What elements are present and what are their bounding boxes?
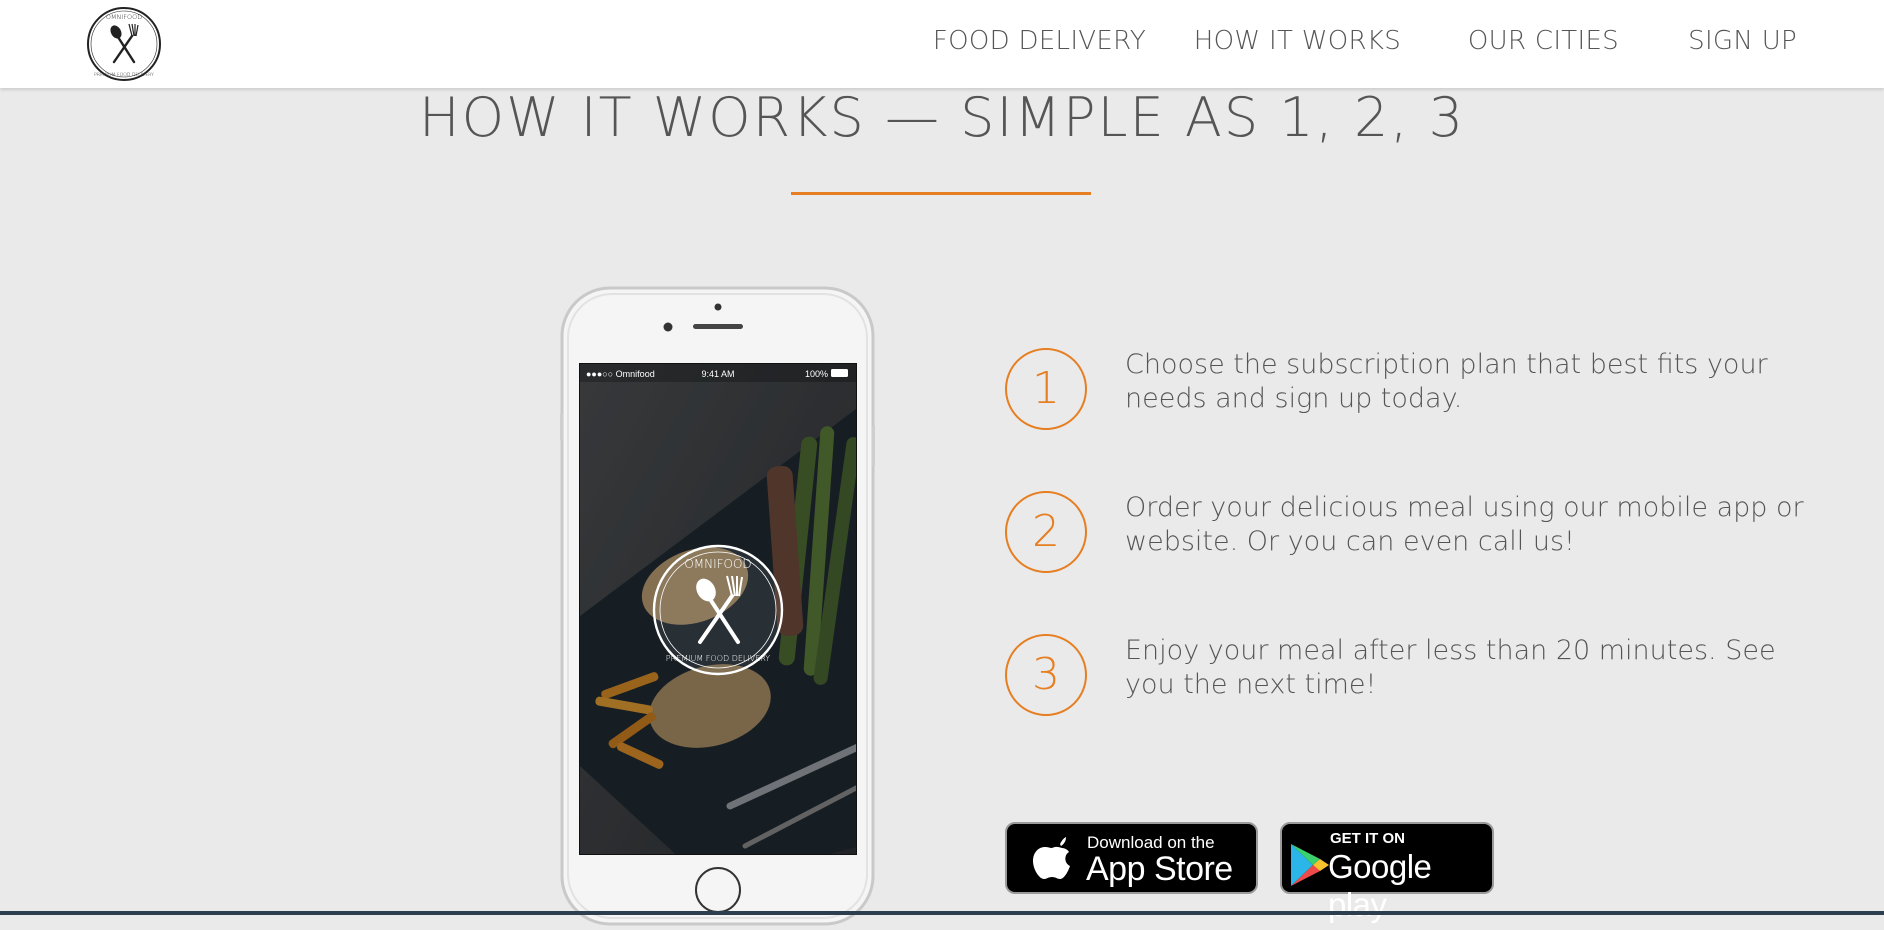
- step-number-1: 1: [1005, 348, 1087, 430]
- status-battery-text: 100%: [805, 369, 828, 379]
- step-text-1: Choose the subscription plan that best f…: [1125, 349, 1768, 414]
- app-logo-name: OMNIFOOD: [684, 557, 751, 571]
- app-store-big-text: App Store: [1086, 850, 1233, 888]
- step-text-2: Order your delicious meal using our mobi…: [1125, 492, 1804, 557]
- next-section-edge: [0, 911, 1884, 915]
- logo-name-text: OMNIFOOD: [106, 13, 142, 21]
- nav-food-delivery[interactable]: FOOD DELIVERY: [933, 26, 1146, 56]
- google-play-small-text: GET IT ON: [1330, 830, 1405, 847]
- logo-tagline-text: PREMIUM FOOD DELIVERY: [94, 72, 154, 78]
- top-navbar: OMNIFOOD PREMIUM FOOD DELIVERY FOOD DELI…: [0, 0, 1884, 88]
- nav-how-it-works[interactable]: HOW IT WORKS: [1194, 26, 1401, 56]
- status-time: 9:41 AM: [701, 369, 734, 379]
- nav-our-cities[interactable]: OUR CITIES: [1468, 26, 1619, 56]
- nav-sign-up[interactable]: SIGN UP: [1688, 26, 1797, 56]
- section-title: HOW IT WORKS — SIMPLE AS 1, 2, 3: [418, 86, 1466, 149]
- step-number-2: 2: [1005, 491, 1087, 573]
- battery-icon: [831, 369, 848, 377]
- logo-emblem: OMNIFOOD PREMIUM FOOD DELIVERY: [87, 7, 161, 81]
- omnifood-logo[interactable]: OMNIFOOD PREMIUM FOOD DELIVERY: [86, 6, 162, 82]
- apple-icon: [1033, 837, 1070, 879]
- app-logo-tagline: PREMIUM FOOD DELIVERY: [666, 654, 771, 663]
- google-play-badge[interactable]: GET IT ON Google play: [1280, 822, 1494, 923]
- iphone-mockup: ●●●○○ Omnifood 9:41 AM 100% OMNIFOOD PRE…: [559, 286, 876, 926]
- app-store-badge[interactable]: Download on the App Store: [1005, 822, 1258, 894]
- step-number-3: 3: [1005, 634, 1087, 716]
- google-play-icon: [1291, 844, 1329, 886]
- step-text-3: Enjoy your meal after less than 20 minut…: [1125, 635, 1776, 700]
- title-underline: [791, 192, 1091, 195]
- status-carrier: ●●●○○ Omnifood: [586, 369, 655, 379]
